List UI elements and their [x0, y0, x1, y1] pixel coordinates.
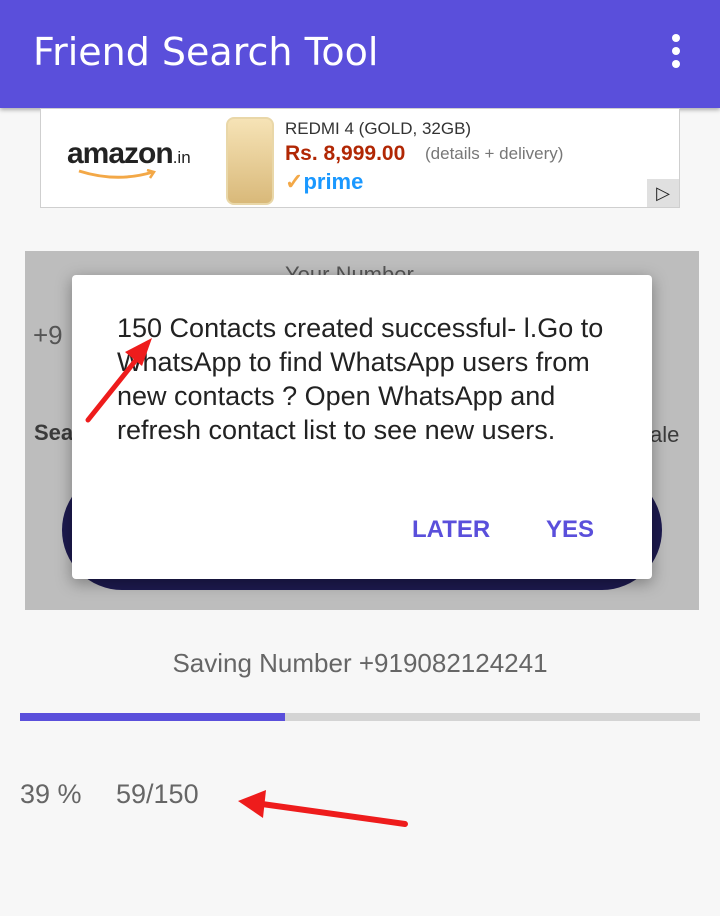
gender-label-fragment: ale [650, 422, 680, 447]
ad-banner[interactable]: amazon.in REDMI 4 (GOLD, 32GB) Rs. 8,999… [40, 108, 680, 208]
search-label-fragment: Sea [34, 420, 74, 445]
confirm-dialog: 150 Contacts created successful- l.Go to… [72, 275, 652, 579]
progress-count: 59/150 [116, 779, 199, 809]
ad-product-name: REDMI 4 (GOLD, 32GB) [285, 119, 472, 138]
progress-fill [20, 713, 286, 721]
prime-badge: ✓prime [285, 169, 364, 194]
adchoices-icon[interactable]: ▷ [647, 179, 679, 207]
more-vert-icon[interactable] [664, 34, 688, 74]
ad-price: Rs. 8,999.00 [285, 142, 406, 165]
ad-details-link[interactable]: (details + delivery) [425, 144, 563, 164]
dialog-message: 150 Contacts created successful- l.Go to… [117, 313, 604, 445]
red-arrow-icon-2 [238, 790, 408, 827]
progress-percent: 39 % [20, 779, 82, 809]
amazon-smile-icon [78, 169, 156, 179]
app-bar: Friend Search Tool [0, 0, 720, 108]
progress-bar [20, 713, 700, 721]
saving-status: Saving Number +919082124241 [172, 648, 548, 678]
number-input-prefix: +9 [33, 320, 63, 350]
later-button[interactable]: LATER [412, 516, 490, 544]
app-title: Friend Search Tool [33, 30, 379, 74]
amazon-logo: amazon.in [67, 137, 191, 170]
yes-button[interactable]: YES [546, 516, 594, 544]
product-image [226, 117, 274, 205]
